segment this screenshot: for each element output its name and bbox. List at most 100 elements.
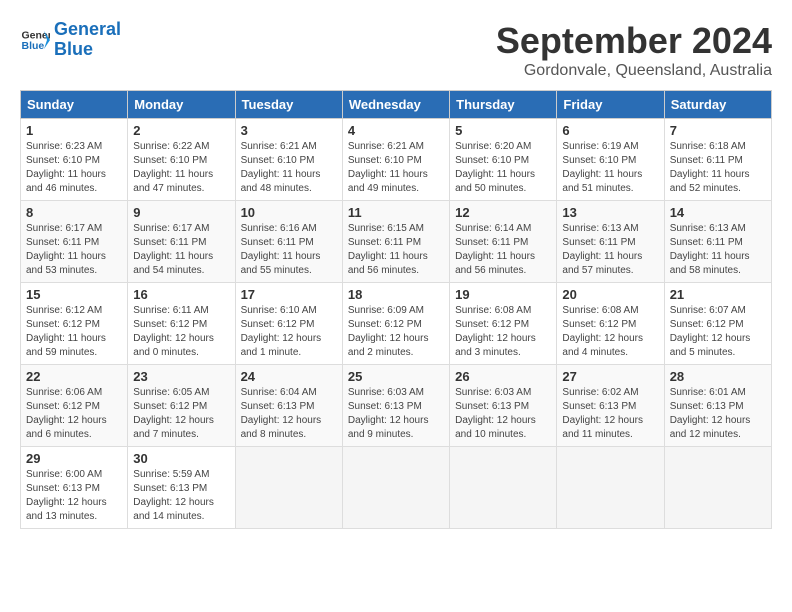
calendar-cell: 18 Sunrise: 6:09 AMSunset: 6:12 PMDayligh… [342,283,449,365]
day-number: 5 [455,123,551,138]
month-title: September 2024 [496,20,772,62]
weekday-header: Sunday [21,91,128,119]
calendar-cell: 28Sunrise: 6:01 AMSunset: 6:13 PMDayligh… [664,365,771,447]
day-info: Sunrise: 6:17 AMSunset: 6:11 PMDaylight:… [26,222,122,278]
calendar-cell: 14Sunrise: 6:13 AMSunset: 6:11 PMDayligh… [664,201,771,283]
calendar-cell: 13Sunrise: 6:13 AMSunset: 6:11 PMDayligh… [557,201,664,283]
day-number: 24 [241,369,337,384]
calendar-cell: 3 Sunrise: 6:21 AMSunset: 6:10 PMDaylight… [235,119,342,201]
day-number: 17 [241,287,337,302]
calendar-cell [235,447,342,529]
day-number: 10 [241,205,337,220]
day-number: 8 [26,205,122,220]
day-info: Sunrise: 6:10 AMSunset: 6:12 PMDaylight:… [241,304,337,360]
location-title: Gordonvale, Queensland, Australia [496,62,772,80]
day-info: Sunrise: 6:05 AMSunset: 6:12 PMDaylight:… [133,386,229,442]
day-number: 12 [455,205,551,220]
day-info: Sunrise: 6:07 AMSunset: 6:12 PMDaylight:… [670,304,766,360]
calendar-cell: 15 Sunrise: 6:12 AMSunset: 6:12 PMDayligh… [21,283,128,365]
day-info: Sunrise: 6:01 AMSunset: 6:13 PMDaylight:… [670,386,766,442]
calendar-cell: 12 Sunrise: 6:14 AMSunset: 6:11 PMDayligh… [450,201,557,283]
calendar-cell: 11 Sunrise: 6:15 AMSunset: 6:11 PMDayligh… [342,201,449,283]
day-info: Sunrise: 6:21 AMSunset: 6:10 PMDaylight:… [348,140,444,196]
calendar-cell: 21 Sunrise: 6:07 AMSunset: 6:12 PMDayligh… [664,283,771,365]
logo-text-line1: General [54,20,121,40]
day-info: Sunrise: 6:21 AMSunset: 6:10 PMDaylight:… [241,140,337,196]
day-number: 4 [348,123,444,138]
day-info: Sunrise: 6:18 AMSunset: 6:11 PMDaylight:… [670,140,766,196]
day-info: Sunrise: 6:02 AMSunset: 6:13 PMDaylight:… [562,386,658,442]
day-info: Sunrise: 6:20 AMSunset: 6:10 PMDaylight:… [455,140,551,196]
day-number: 27 [562,369,658,384]
calendar-cell [342,447,449,529]
weekday-header: Saturday [664,91,771,119]
day-number: 19 [455,287,551,302]
calendar-cell: 7 Sunrise: 6:18 AMSunset: 6:11 PMDaylight… [664,119,771,201]
calendar-header: SundayMondayTuesdayWednesdayThursdayFrid… [21,91,772,119]
title-section: September 2024 Gordonvale, Queensland, A… [496,20,772,80]
day-info: Sunrise: 5:59 AMSunset: 6:13 PMDaylight:… [133,468,229,524]
day-info: Sunrise: 6:16 AMSunset: 6:11 PMDaylight:… [241,222,337,278]
day-number: 18 [348,287,444,302]
calendar-cell [664,447,771,529]
calendar-cell: 2 Sunrise: 6:22 AMSunset: 6:10 PMDaylight… [128,119,235,201]
day-number: 14 [670,205,766,220]
svg-text:Blue: Blue [22,40,45,52]
logo-text-line2: Blue [54,40,121,60]
day-info: Sunrise: 6:03 AMSunset: 6:13 PMDaylight:… [348,386,444,442]
day-info: Sunrise: 6:22 AMSunset: 6:10 PMDaylight:… [133,140,229,196]
day-number: 3 [241,123,337,138]
day-info: Sunrise: 6:04 AMSunset: 6:13 PMDaylight:… [241,386,337,442]
calendar-cell: 22Sunrise: 6:06 AMSunset: 6:12 PMDayligh… [21,365,128,447]
day-number: 20 [562,287,658,302]
day-number: 22 [26,369,122,384]
day-info: Sunrise: 6:11 AMSunset: 6:12 PMDaylight:… [133,304,229,360]
calendar-cell: 9 Sunrise: 6:17 AMSunset: 6:11 PMDaylight… [128,201,235,283]
calendar-cell: 8 Sunrise: 6:17 AMSunset: 6:11 PMDaylight… [21,201,128,283]
calendar-cell: 30 Sunrise: 5:59 AMSunset: 6:13 PMDayligh… [128,447,235,529]
calendar-cell: 25 Sunrise: 6:03 AMSunset: 6:13 PMDayligh… [342,365,449,447]
day-info: Sunrise: 6:08 AMSunset: 6:12 PMDaylight:… [455,304,551,360]
day-number: 29 [26,451,122,466]
day-number: 11 [348,205,444,220]
day-info: Sunrise: 6:12 AMSunset: 6:12 PMDaylight:… [26,304,122,360]
calendar-week-row: 15 Sunrise: 6:12 AMSunset: 6:12 PMDayligh… [21,283,772,365]
day-number: 7 [670,123,766,138]
calendar-cell: 17 Sunrise: 6:10 AMSunset: 6:12 PMDayligh… [235,283,342,365]
day-info: Sunrise: 6:03 AMSunset: 6:13 PMDaylight:… [455,386,551,442]
calendar-cell: 4 Sunrise: 6:21 AMSunset: 6:10 PMDaylight… [342,119,449,201]
calendar-cell [557,447,664,529]
weekday-header: Friday [557,91,664,119]
day-number: 16 [133,287,229,302]
day-number: 26 [455,369,551,384]
calendar-cell: 29Sunrise: 6:00 AMSunset: 6:13 PMDayligh… [21,447,128,529]
day-info: Sunrise: 6:09 AMSunset: 6:12 PMDaylight:… [348,304,444,360]
day-number: 2 [133,123,229,138]
calendar-cell: 23Sunrise: 6:05 AMSunset: 6:12 PMDayligh… [128,365,235,447]
calendar-cell: 1Sunrise: 6:23 AMSunset: 6:10 PMDaylight… [21,119,128,201]
day-info: Sunrise: 6:08 AMSunset: 6:12 PMDaylight:… [562,304,658,360]
calendar-cell: 26 Sunrise: 6:03 AMSunset: 6:13 PMDayligh… [450,365,557,447]
calendar-cell: 10 Sunrise: 6:16 AMSunset: 6:11 PMDayligh… [235,201,342,283]
day-number: 15 [26,287,122,302]
day-info: Sunrise: 6:13 AMSunset: 6:11 PMDaylight:… [562,222,658,278]
day-number: 25 [348,369,444,384]
calendar-week-row: 22Sunrise: 6:06 AMSunset: 6:12 PMDayligh… [21,365,772,447]
calendar-cell: 27 Sunrise: 6:02 AMSunset: 6:13 PMDayligh… [557,365,664,447]
day-number: 6 [562,123,658,138]
day-number: 30 [133,451,229,466]
day-number: 21 [670,287,766,302]
day-info: Sunrise: 6:19 AMSunset: 6:10 PMDaylight:… [562,140,658,196]
day-info: Sunrise: 6:15 AMSunset: 6:11 PMDaylight:… [348,222,444,278]
logo-icon: General Blue [20,25,50,55]
day-info: Sunrise: 6:14 AMSunset: 6:11 PMDaylight:… [455,222,551,278]
calendar-cell [450,447,557,529]
calendar-cell: 5 Sunrise: 6:20 AMSunset: 6:10 PMDaylight… [450,119,557,201]
calendar-cell: 6 Sunrise: 6:19 AMSunset: 6:10 PMDaylight… [557,119,664,201]
day-info: Sunrise: 6:17 AMSunset: 6:11 PMDaylight:… [133,222,229,278]
page-header: General Blue General Blue September 2024… [20,20,772,86]
day-number: 9 [133,205,229,220]
weekday-header: Tuesday [235,91,342,119]
weekday-header: Wednesday [342,91,449,119]
calendar-body: 1Sunrise: 6:23 AMSunset: 6:10 PMDaylight… [21,119,772,529]
